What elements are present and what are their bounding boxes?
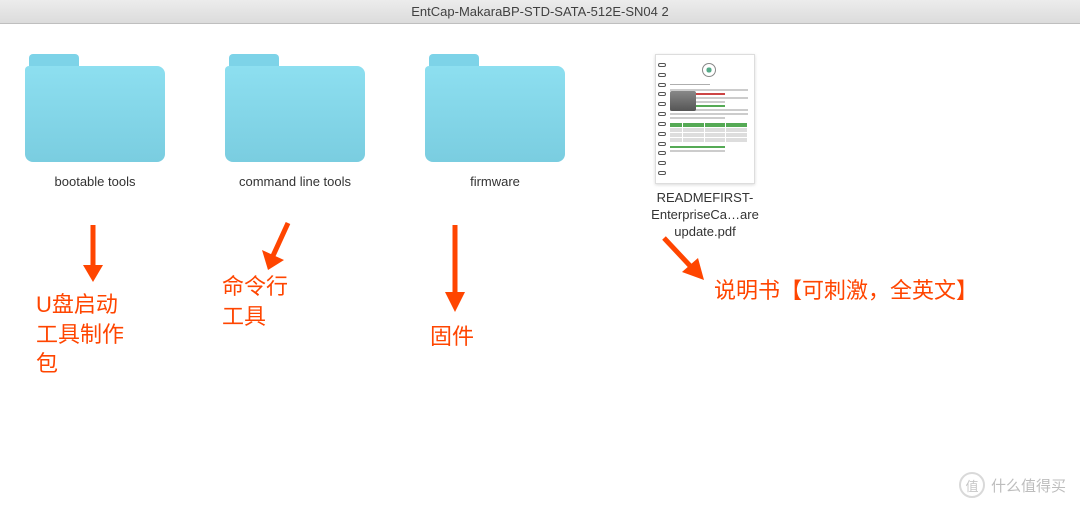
folder-icon bbox=[425, 54, 565, 162]
annotation-text: 固件 bbox=[430, 322, 474, 352]
annotation-text: 命令行 工具 bbox=[222, 272, 288, 331]
folder-firmware[interactable]: firmware bbox=[420, 54, 570, 191]
file-readme-pdf[interactable]: —————————— READMEFIRST-EnterpriseCa…are … bbox=[620, 54, 790, 241]
folder-bootable-tools[interactable]: bootable tools bbox=[20, 54, 170, 191]
pdf-icon: —————————— bbox=[655, 54, 755, 184]
watermark-badge-icon: 值 bbox=[959, 472, 985, 498]
watermark: 值 什么值得买 bbox=[959, 472, 1066, 498]
folder-label: bootable tools bbox=[55, 174, 136, 191]
watermark-text: 什么值得买 bbox=[991, 475, 1066, 496]
annotation-text: 说明书【可刺激，全英文】 bbox=[714, 276, 978, 306]
folder-label: command line tools bbox=[239, 174, 351, 191]
folder-label: firmware bbox=[470, 174, 520, 191]
window-title: EntCap-MakaraBP-STD-SATA-512E-SN04 2 bbox=[411, 4, 668, 19]
finder-content: bootable tools command line tools firmwa… bbox=[0, 24, 1080, 271]
folder-icon bbox=[25, 54, 165, 162]
folder-command-line-tools[interactable]: command line tools bbox=[220, 54, 370, 191]
file-label: READMEFIRST-EnterpriseCa…are update.pdf bbox=[630, 190, 780, 241]
folder-icon bbox=[225, 54, 365, 162]
annotation-text: U盘启动 工具制作 包 bbox=[36, 290, 146, 379]
window-titlebar: EntCap-MakaraBP-STD-SATA-512E-SN04 2 bbox=[0, 0, 1080, 24]
